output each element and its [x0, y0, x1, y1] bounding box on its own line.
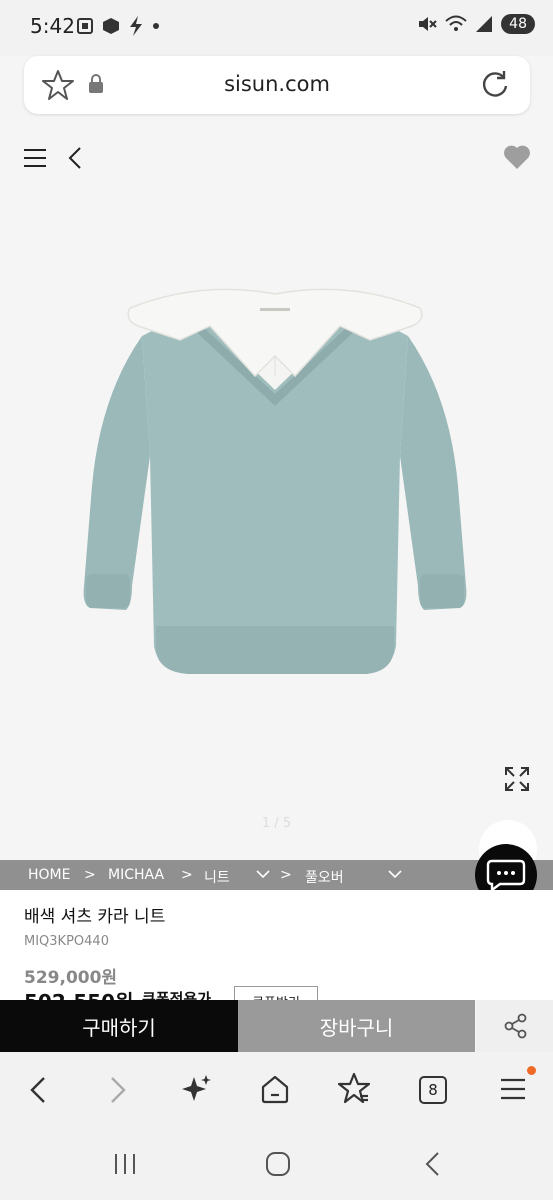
- system-back-icon[interactable]: [424, 1151, 440, 1177]
- signal-icon: [476, 16, 493, 32]
- notification-dot: [527, 1066, 536, 1075]
- breadcrumb-home[interactable]: HOME: [28, 867, 70, 883]
- cart-button[interactable]: 장바구니: [238, 1000, 475, 1052]
- bookmarks-icon[interactable]: [338, 1072, 370, 1104]
- browser-back-icon[interactable]: [28, 1076, 46, 1104]
- status-icons-left: [76, 16, 160, 36]
- share-button[interactable]: [476, 1000, 553, 1052]
- image-counter: 1 / 5: [261, 816, 292, 831]
- back-arrow-icon[interactable]: [68, 146, 82, 170]
- tabs-count[interactable]: 8: [419, 1076, 447, 1104]
- home-icon[interactable]: [260, 1074, 290, 1104]
- status-time: 5:42: [30, 14, 75, 38]
- original-price: 529,000원: [24, 968, 118, 988]
- url-bar[interactable]: sisun.com: [24, 56, 530, 114]
- browser-menu-icon[interactable]: [500, 1078, 526, 1100]
- chevron-down-icon[interactable]: [256, 870, 270, 879]
- breadcrumb-separator: >: [181, 867, 193, 883]
- dot-icon: [153, 23, 159, 29]
- status-icons-right: 48: [417, 14, 535, 34]
- browser-toolbar: 8: [0, 1052, 553, 1128]
- product-info: 배색 셔츠 카라 니트 MIQ3KPO440 529,000원 502,550원…: [0, 890, 553, 1016]
- menu-icon[interactable]: [24, 148, 46, 168]
- action-bar: 구매하기 장바구니: [0, 1000, 553, 1052]
- wishlist-heart-icon[interactable]: [503, 144, 531, 170]
- breadcrumb-separator: >: [84, 867, 96, 883]
- url-text[interactable]: sisun.com: [24, 72, 530, 96]
- product-name: 배색 셔츠 카라 니트: [24, 907, 166, 927]
- charging-bolt-icon: [130, 16, 142, 36]
- status-bar: 5:42 48: [0, 0, 553, 56]
- sparkle-icon[interactable]: [182, 1074, 212, 1104]
- recent-apps-icon[interactable]: [113, 1152, 137, 1176]
- chat-icon: [486, 859, 526, 892]
- product-image[interactable]: [70, 286, 480, 726]
- breadcrumb-separator: >: [280, 867, 292, 883]
- product-code: MIQ3KPO440: [24, 934, 109, 949]
- refresh-icon[interactable]: [480, 69, 510, 99]
- share-icon: [504, 1013, 526, 1039]
- chevron-down-icon[interactable]: [388, 870, 402, 879]
- breadcrumb-category[interactable]: 니트: [204, 867, 230, 887]
- screenshot-icon: [77, 18, 93, 34]
- browser-forward-icon[interactable]: [110, 1076, 128, 1104]
- system-navigation: [0, 1128, 553, 1200]
- breadcrumb-subcategory[interactable]: 풀오버: [305, 867, 344, 887]
- buy-button[interactable]: 구매하기: [0, 1000, 238, 1052]
- breadcrumb-brand[interactable]: MICHAA: [108, 867, 164, 883]
- app-notification-icon: [103, 18, 119, 34]
- battery-indicator: 48: [501, 14, 535, 34]
- wifi-icon: [445, 15, 467, 31]
- breadcrumb: HOME > MICHAA > 니트 > 풀오버: [0, 860, 553, 890]
- system-home-icon[interactable]: [265, 1151, 291, 1177]
- mute-icon: [419, 17, 437, 31]
- fullscreen-icon[interactable]: [504, 766, 530, 792]
